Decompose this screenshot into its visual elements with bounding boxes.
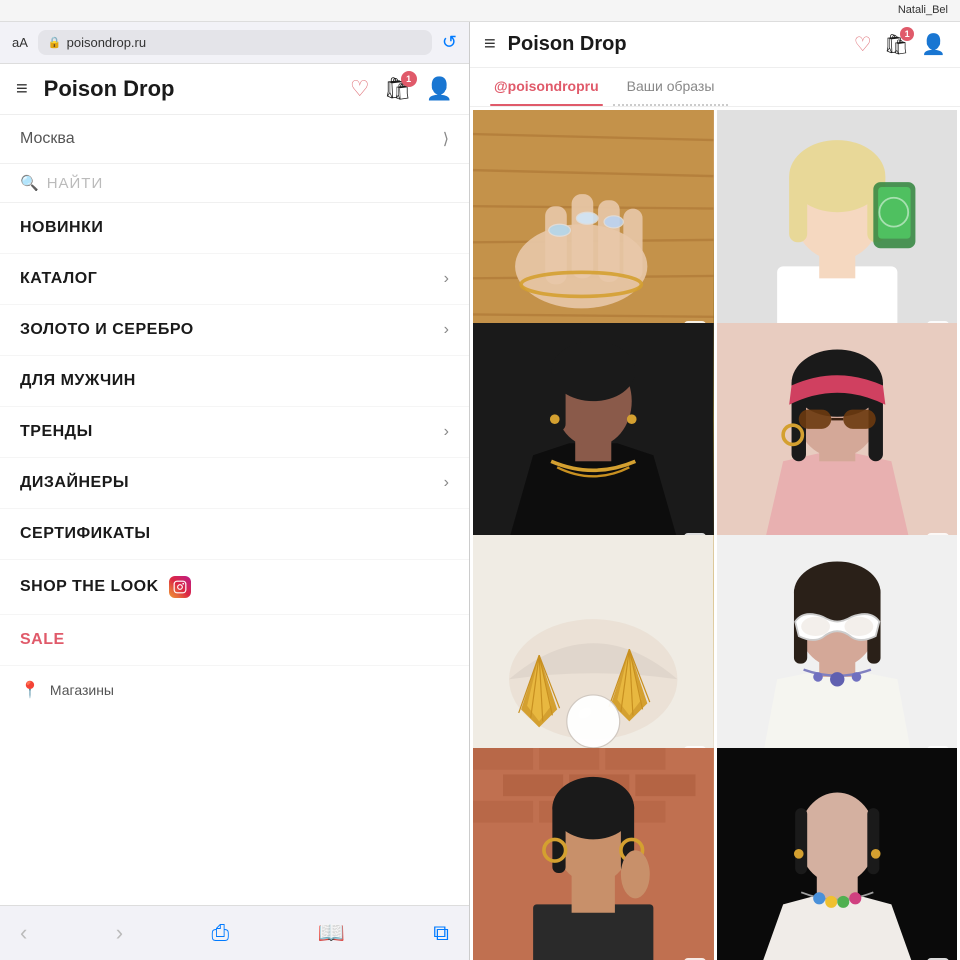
trends-arrow-icon: › [444, 423, 449, 441]
right-hamburger-icon[interactable]: ≡ [484, 33, 496, 56]
menu-item-shop-the-look[interactable]: SHOP THE LOOK [0, 560, 469, 615]
username-label: Natali_Bel [898, 4, 948, 16]
search-row[interactable]: 🔍 НАЙТИ [0, 164, 469, 203]
right-panel: ≡ Poison Drop ♡ 🛍 1 👤 @poisondropru Ваши… [470, 22, 960, 960]
instagram-icon [169, 576, 191, 598]
menu-gold-label: ЗОЛОТО И СЕРЕБРО [20, 321, 194, 339]
store-pin-icon: 📍 [20, 680, 40, 700]
screens-wrapper: aA 🔒 poisondrop.ru ↺ ≡ Poison Drop ♡ 🛍 1… [0, 22, 960, 960]
tab-poisondropru-label: @poisondropru [494, 78, 599, 94]
menu-item-men[interactable]: ДЛЯ МУЖЧИН [0, 356, 469, 407]
right-heart-icon[interactable]: ♡ [854, 32, 872, 57]
left-heart-icon[interactable]: ♡ [350, 76, 370, 102]
left-user-icon[interactable]: 👤 [426, 76, 453, 102]
left-cart-badge: 1 [401, 71, 417, 87]
right-cart-badge: 1 [900, 27, 914, 41]
search-icon: 🔍 [20, 174, 39, 192]
right-tabs: @poisondropru Ваши образы [470, 68, 960, 107]
menu-novink-label: НОВИНКИ [20, 219, 103, 237]
stores-label: Магазины [50, 682, 114, 698]
search-placeholder: НАЙТИ [47, 175, 104, 192]
bookmarks-button[interactable]: 📖 [317, 920, 344, 946]
url-text: poisondrop.ru [67, 35, 147, 50]
photo-cell-3[interactable]: ⊡ [473, 323, 714, 564]
menu-men-label: ДЛЯ МУЖЧИН [20, 372, 136, 390]
menu-item-katalog[interactable]: КАТАЛОГ › [0, 254, 469, 305]
menu-item-trends[interactable]: ТРЕНДЫ › [0, 407, 469, 458]
photo-cell-1[interactable]: ⊡ [473, 110, 714, 351]
browser-chrome: aA 🔒 poisondrop.ru ↺ [0, 22, 469, 64]
designers-arrow-icon: › [444, 474, 449, 492]
gold-arrow-icon: › [444, 321, 449, 339]
menu-sale-label: SALE [20, 631, 65, 649]
left-cart-button[interactable]: 🛍 1 [384, 76, 412, 102]
right-cart-button[interactable]: 🛍 1 [884, 32, 909, 57]
left-app-header: ≡ Poison Drop ♡ 🛍 1 👤 [0, 64, 469, 115]
tabs-button[interactable]: ⧉ [433, 920, 449, 946]
photo-cell-6[interactable]: ⊡ [717, 535, 958, 776]
photo-cell-4[interactable]: ⊡ [717, 323, 958, 564]
lock-icon: 🔒 [48, 36, 62, 49]
location-row[interactable]: Москва ⟩ [0, 115, 469, 164]
menu-item-designers[interactable]: ДИЗАЙНЕРЫ › [0, 458, 469, 509]
left-panel: aA 🔒 poisondrop.ru ↺ ≡ Poison Drop ♡ 🛍 1… [0, 22, 470, 960]
left-app-title: Poison Drop [44, 76, 334, 102]
photo-grid: ⊡ [470, 107, 960, 960]
browser-font-size: aA [12, 35, 28, 50]
back-button[interactable]: ‹ [20, 920, 27, 946]
tab-your-looks-label: Ваши образы [627, 78, 715, 94]
menu-item-gold[interactable]: ЗОЛОТО И СЕРЕБРО › [0, 305, 469, 356]
address-bar[interactable]: 🔒 poisondrop.ru [38, 30, 432, 55]
menu-katalog-label: КАТАЛОГ [20, 270, 97, 288]
photo-cell-8[interactable]: ⊡ irecommend.ru [717, 748, 958, 960]
shop-look-label: SHOP THE LOOK [20, 578, 159, 596]
katalog-arrow-icon: › [444, 270, 449, 288]
location-arrow-icon: ⟩ [443, 129, 449, 149]
menu-designers-label: ДИЗАЙНЕРЫ [20, 474, 129, 492]
menu-item-sale[interactable]: SALE [0, 615, 469, 666]
share-button[interactable]: ⎙ [211, 920, 229, 946]
stores-row[interactable]: 📍 Магазины [0, 666, 469, 714]
right-app-header: ≡ Poison Drop ♡ 🛍 1 👤 [470, 22, 960, 68]
right-app-title: Poison Drop [508, 33, 842, 56]
photo-cell-2[interactable]: ⊡ [717, 110, 958, 351]
tab-poisondropru[interactable]: @poisondropru [480, 68, 613, 106]
forward-button[interactable]: › [116, 920, 123, 946]
left-header-icons: ♡ 🛍 1 👤 [350, 76, 453, 102]
left-hamburger-icon[interactable]: ≡ [16, 78, 28, 101]
menu-trends-label: ТРЕНДЫ [20, 423, 93, 441]
photo-cell-7[interactable]: ⊡ [473, 748, 714, 960]
left-menu-content: Москва ⟩ 🔍 НАЙТИ НОВИНКИ КАТАЛОГ › ЗОЛОТ… [0, 115, 469, 960]
menu-item-novink[interactable]: НОВИНКИ [0, 203, 469, 254]
location-text: Москва [20, 130, 75, 148]
refresh-button[interactable]: ↺ [442, 32, 457, 53]
menu-certs-label: СЕРТИФИКАТЫ [20, 525, 151, 543]
menu-item-certs[interactable]: СЕРТИФИКАТЫ [0, 509, 469, 560]
top-bar: Natali_Bel [0, 0, 960, 22]
browser-bottom-nav: ‹ › ⎙ 📖 ⧉ [0, 905, 469, 960]
right-user-icon[interactable]: 👤 [921, 32, 946, 57]
photo-cell-5[interactable]: ⊡ [473, 535, 714, 776]
tab-your-looks[interactable]: Ваши образы [613, 68, 729, 106]
